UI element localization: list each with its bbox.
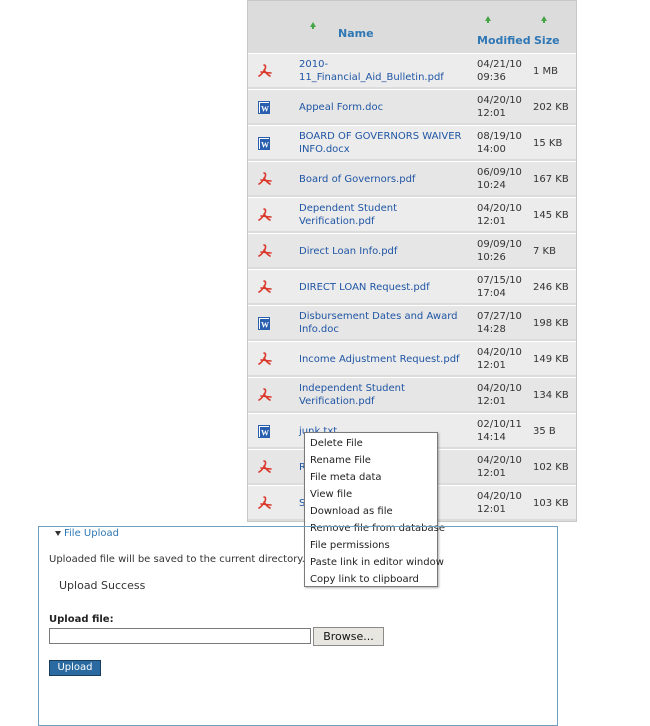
table-row[interactable]: W Appeal Form.doc 04/20/10 12:01 202 KB bbox=[248, 89, 576, 123]
pdf-file-icon bbox=[257, 351, 273, 367]
column-header-size[interactable]: Size bbox=[534, 34, 560, 47]
pdf-file-icon bbox=[257, 279, 273, 295]
file-name-link[interactable]: BOARD OF GOVERNORS WAIVER INFO.docx bbox=[299, 126, 469, 160]
file-size: 15 KB bbox=[533, 137, 563, 149]
table-row[interactable]: Dependent Student Verification.pdf 04/20/… bbox=[248, 197, 576, 231]
file-modified: 04/20/10 12:01 bbox=[477, 347, 522, 371]
menu-item-download-as-file[interactable]: Download as file bbox=[305, 503, 437, 520]
file-size: 1 MB bbox=[533, 65, 559, 77]
word-doc-icon: W bbox=[257, 135, 273, 151]
table-row[interactable]: Independent Student Verification.pdf 04/2… bbox=[248, 377, 576, 411]
file-modified: 07/15/10 17:04 bbox=[477, 275, 522, 299]
file-modified: 04/21/10 09:36 bbox=[477, 59, 522, 83]
file-size: 103 KB bbox=[533, 497, 569, 509]
column-header-modified[interactable]: Modified bbox=[477, 34, 531, 47]
upload-button[interactable]: Upload bbox=[49, 660, 101, 676]
file-modified: 04/20/10 12:01 bbox=[477, 491, 522, 515]
table-header: Name Modified Size bbox=[248, 1, 576, 53]
pdf-file-icon bbox=[257, 243, 273, 259]
file-name-link[interactable]: Direct Loan Info.pdf bbox=[299, 234, 469, 268]
table-row[interactable]: 2010-11_Financial_Aid_Bulletin.pdf 04/21/… bbox=[248, 53, 576, 87]
file-modified: 04/20/10 12:01 bbox=[477, 95, 522, 119]
file-modified: 06/09/10 10:24 bbox=[477, 167, 522, 191]
table-row[interactable]: DIRECT LOAN Request.pdf 07/15/10 17:04 246… bbox=[248, 269, 576, 303]
file-size: 167 KB bbox=[533, 173, 569, 185]
pdf-file-icon bbox=[257, 171, 273, 187]
sort-arrow-icon[interactable] bbox=[310, 22, 316, 29]
svg-text:W: W bbox=[261, 105, 269, 114]
browse-button[interactable]: Browse... bbox=[313, 627, 384, 646]
file-size: 102 KB bbox=[533, 461, 569, 473]
file-modified: 08/19/10 14:00 bbox=[477, 131, 522, 155]
sort-arrow-icon[interactable] bbox=[541, 16, 547, 23]
file-size: 35 B bbox=[533, 425, 556, 437]
file-size: 198 KB bbox=[533, 317, 569, 329]
upload-file-label: Upload file: bbox=[49, 614, 114, 625]
column-header-name[interactable]: Name bbox=[338, 27, 374, 40]
file-upload-legend-label: File Upload bbox=[64, 528, 119, 539]
file-modified: 09/09/10 10:26 bbox=[477, 239, 522, 263]
menu-item-view-file[interactable]: View file bbox=[305, 486, 437, 503]
file-size: 246 KB bbox=[533, 281, 569, 293]
table-row[interactable]: Income Adjustment Request.pdf 04/20/10 12… bbox=[248, 341, 576, 375]
word-doc-icon: W bbox=[257, 423, 273, 439]
sort-arrow-icon[interactable] bbox=[485, 16, 491, 23]
file-name-link[interactable]: DIRECT LOAN Request.pdf bbox=[299, 270, 469, 304]
table-row[interactable]: W Disbursement Dates and Award Info.doc 07… bbox=[248, 305, 576, 339]
file-upload-legend[interactable]: File Upload bbox=[52, 528, 122, 540]
pdf-file-icon bbox=[257, 63, 273, 79]
table-row[interactable]: Board of Governors.pdf 06/09/10 10:24 167 … bbox=[248, 161, 576, 195]
upload-status-text: Upload Success bbox=[59, 579, 146, 592]
menu-item-delete-file[interactable]: Delete File bbox=[305, 435, 437, 452]
pdf-file-icon bbox=[257, 495, 273, 511]
svg-text:W: W bbox=[261, 429, 269, 438]
pdf-file-icon bbox=[257, 459, 273, 475]
file-modified: 02/10/11 14:14 bbox=[477, 419, 522, 443]
file-size: 145 KB bbox=[533, 209, 569, 221]
word-doc-icon: W bbox=[257, 99, 273, 115]
svg-text:W: W bbox=[261, 321, 269, 330]
collapse-triangle-icon[interactable] bbox=[55, 530, 61, 536]
file-size: 134 KB bbox=[533, 389, 569, 401]
file-modified: 04/20/10 12:01 bbox=[477, 203, 522, 227]
file-size: 202 KB bbox=[533, 101, 569, 113]
file-name-link[interactable]: Appeal Form.doc bbox=[299, 90, 469, 124]
svg-text:W: W bbox=[261, 141, 269, 150]
file-name-link[interactable]: Income Adjustment Request.pdf bbox=[299, 342, 469, 376]
file-modified: 04/20/10 12:01 bbox=[477, 383, 522, 407]
menu-item-rename-file[interactable]: Rename File bbox=[305, 452, 437, 469]
word-doc-icon: W bbox=[257, 315, 273, 331]
file-name-link[interactable]: Board of Governors.pdf bbox=[299, 162, 469, 196]
pdf-file-icon bbox=[257, 207, 273, 223]
file-modified: 07/27/10 14:28 bbox=[477, 311, 522, 335]
file-name-link[interactable]: Independent Student Verification.pdf bbox=[299, 378, 469, 412]
file-name-link[interactable]: 2010-11_Financial_Aid_Bulletin.pdf bbox=[299, 54, 469, 88]
file-name-link[interactable]: Dependent Student Verification.pdf bbox=[299, 198, 469, 232]
upload-info-text: Uploaded file will be saved to the curre… bbox=[49, 554, 305, 565]
file-name-link[interactable]: Disbursement Dates and Award Info.doc bbox=[299, 306, 469, 340]
upload-file-input[interactable] bbox=[49, 628, 311, 644]
file-modified: 04/20/10 12:01 bbox=[477, 455, 522, 479]
pdf-file-icon bbox=[257, 387, 273, 403]
file-size: 7 KB bbox=[533, 245, 556, 257]
menu-item-file-meta-data[interactable]: File meta data bbox=[305, 469, 437, 486]
table-row[interactable]: W BOARD OF GOVERNORS WAIVER INFO.docx 08/1… bbox=[248, 125, 576, 159]
table-row[interactable]: Direct Loan Info.pdf 09/09/10 10:26 7 KB bbox=[248, 233, 576, 267]
file-size: 149 KB bbox=[533, 353, 569, 365]
